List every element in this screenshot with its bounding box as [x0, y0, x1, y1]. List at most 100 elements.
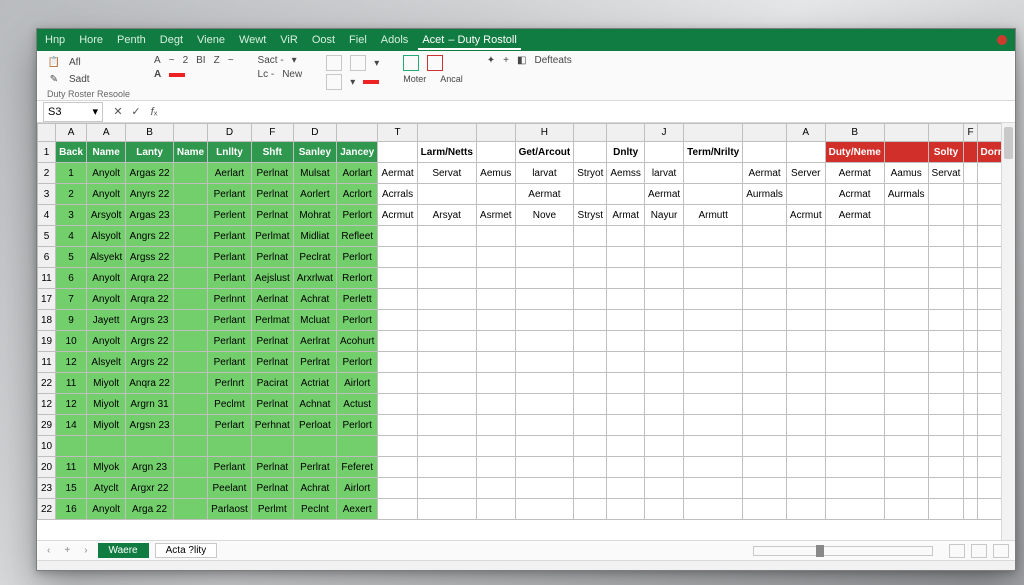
cell[interactable] [743, 205, 787, 226]
cell[interactable] [251, 436, 293, 457]
cell[interactable]: Argrs 23 [126, 310, 174, 331]
row-header[interactable]: 11 [38, 268, 56, 289]
cell[interactable] [378, 415, 417, 436]
cell[interactable]: Arsyat [417, 205, 476, 226]
cell[interactable] [574, 415, 607, 436]
cell[interactable]: Rerlort [336, 268, 377, 289]
cell[interactable] [928, 247, 964, 268]
cell[interactable]: Perlnat [251, 163, 293, 184]
cell[interactable] [607, 394, 645, 415]
cell[interactable]: Anyolt [87, 499, 126, 520]
cell[interactable] [644, 310, 683, 331]
cell[interactable] [515, 436, 574, 457]
row-header[interactable]: 19 [38, 331, 56, 352]
cell[interactable] [786, 415, 825, 436]
cell[interactable] [607, 415, 645, 436]
cell[interactable] [964, 289, 977, 310]
cell[interactable]: larvat [644, 163, 683, 184]
cell[interactable] [684, 394, 743, 415]
cell[interactable] [928, 310, 964, 331]
cell[interactable] [684, 352, 743, 373]
cell[interactable] [515, 268, 574, 289]
cell[interactable] [574, 352, 607, 373]
column-header[interactable] [928, 124, 964, 142]
cell[interactable]: Asrmet [476, 205, 515, 226]
cell[interactable] [515, 478, 574, 499]
cell[interactable] [126, 436, 174, 457]
cell[interactable]: Aermat [825, 205, 884, 226]
cell[interactable] [964, 415, 977, 436]
cell[interactable] [743, 310, 787, 331]
cell[interactable] [607, 478, 645, 499]
cell[interactable] [644, 436, 683, 457]
cell[interactable]: 12 [56, 394, 87, 415]
cell[interactable] [684, 268, 743, 289]
column-header[interactable]: B [825, 124, 884, 142]
cell[interactable]: Perlort [336, 310, 377, 331]
cell[interactable] [476, 331, 515, 352]
cell[interactable] [977, 247, 1001, 268]
cell[interactable] [684, 373, 743, 394]
cell[interactable]: Miyolt [87, 373, 126, 394]
column-header[interactable]: B [126, 124, 174, 142]
cell[interactable]: Arxrlwat [293, 268, 336, 289]
cell[interactable] [964, 310, 977, 331]
cell[interactable] [825, 310, 884, 331]
cell[interactable] [476, 268, 515, 289]
cell[interactable]: Pacirat [251, 373, 293, 394]
cell[interactable] [684, 415, 743, 436]
cell[interactable] [173, 226, 207, 247]
header-band-cell[interactable]: Solty [928, 142, 964, 163]
cell[interactable] [173, 184, 207, 205]
cell[interactable] [378, 436, 417, 457]
row-header[interactable]: 12 [38, 394, 56, 415]
cell[interactable]: Alsyolt [87, 226, 126, 247]
spreadsheet-grid[interactable]: AABDFDTHJABF1BackNameLantyNameLnlltyShft… [37, 123, 1015, 540]
cell[interactable]: 11 [56, 457, 87, 478]
cell[interactable] [786, 478, 825, 499]
enter-icon[interactable]: ✓ [127, 105, 145, 118]
cell[interactable] [743, 478, 787, 499]
header-band-cell[interactable]: Jancey [336, 142, 377, 163]
cell[interactable] [786, 247, 825, 268]
cell[interactable] [928, 436, 964, 457]
row-header[interactable]: 20 [38, 457, 56, 478]
cell[interactable] [964, 394, 977, 415]
header-band-cell[interactable]: Dnlty [607, 142, 645, 163]
cell[interactable] [574, 247, 607, 268]
cell[interactable] [417, 373, 476, 394]
cell[interactable] [173, 247, 207, 268]
cell[interactable] [964, 436, 977, 457]
column-header[interactable] [574, 124, 607, 142]
cell[interactable] [574, 457, 607, 478]
cell[interactable] [786, 184, 825, 205]
cell[interactable] [825, 415, 884, 436]
cell[interactable]: Peelant [208, 478, 252, 499]
cell[interactable]: Perlart [208, 415, 252, 436]
cell[interactable] [173, 415, 207, 436]
dropdown-icon[interactable]: ▾ [350, 77, 355, 88]
cell[interactable] [825, 499, 884, 520]
cell[interactable] [825, 478, 884, 499]
cell[interactable]: Armutt [684, 205, 743, 226]
cell[interactable] [173, 310, 207, 331]
cell[interactable] [574, 289, 607, 310]
cell[interactable] [607, 226, 645, 247]
cell[interactable] [684, 331, 743, 352]
header-band-cell[interactable] [743, 142, 787, 163]
cell[interactable] [574, 499, 607, 520]
zoom-slider[interactable] [753, 546, 933, 556]
row-header[interactable]: 6 [38, 247, 56, 268]
cell[interactable] [684, 499, 743, 520]
cell[interactable] [417, 268, 476, 289]
cell[interactable]: Parlaost [208, 499, 252, 520]
cell[interactable] [884, 478, 928, 499]
cell[interactable]: Actriat [293, 373, 336, 394]
cell[interactable] [607, 268, 645, 289]
cell[interactable] [977, 373, 1001, 394]
cell[interactable]: 10 [56, 331, 87, 352]
cell[interactable] [884, 226, 928, 247]
cell[interactable] [786, 226, 825, 247]
cell[interactable] [684, 289, 743, 310]
header-band-cell[interactable] [476, 142, 515, 163]
